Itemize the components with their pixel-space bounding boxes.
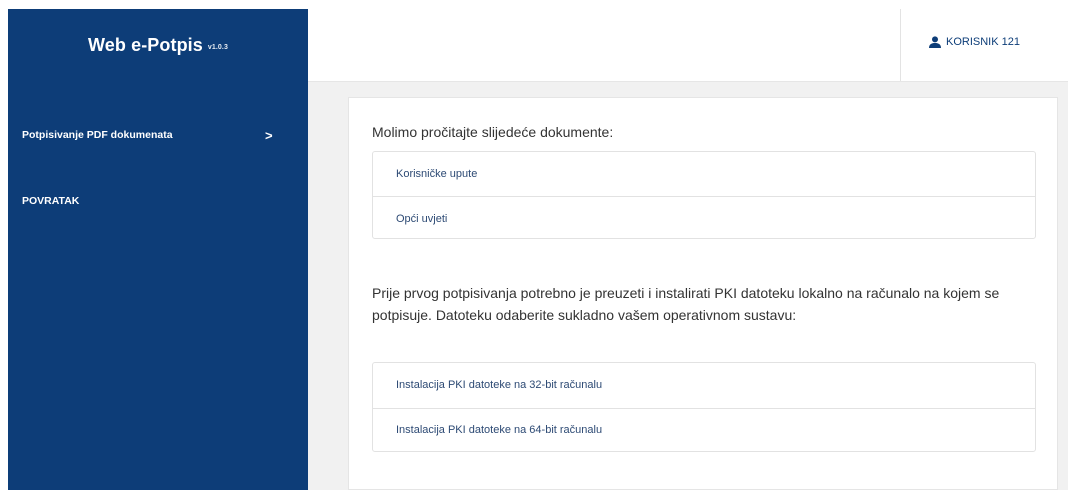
user-name: KORISNIK 121 [946, 36, 1020, 48]
header-divider [900, 9, 901, 81]
app-window: Web e-Potpis v1.0.3 Potpisivanje PDF dok… [0, 0, 1068, 490]
sidebar-item-pdf-signing[interactable]: Potpisivanje PDF dokumenata > [22, 127, 308, 143]
pki-32bit-link[interactable]: Instalacija PKI datoteke na 32-bit račun… [373, 363, 1035, 408]
top-header: KORISNIK 121 [308, 9, 1068, 82]
sidebar-item-back[interactable]: POVRATAK [22, 195, 308, 207]
pki-64bit-link[interactable]: Instalacija PKI datoteke na 64-bit račun… [373, 407, 1035, 453]
pki-list: Instalacija PKI datoteke na 32-bit račun… [372, 362, 1036, 452]
user-menu[interactable]: KORISNIK 121 [928, 36, 1020, 48]
intro-text: Molimo pročitajte slijedeće dokumente: [372, 124, 614, 140]
sidebar: Web e-Potpis v1.0.3 Potpisivanje PDF dok… [8, 9, 308, 490]
terms-link[interactable]: Opći uvjeti [373, 196, 1035, 240]
brand-title: Web e-Potpis [88, 34, 203, 55]
brand: Web e-Potpis v1.0.3 [8, 9, 308, 81]
user-icon [929, 36, 941, 48]
sidebar-item-label: Potpisivanje PDF dokumenata [22, 129, 173, 141]
pki-notice: Prije prvog potpisivanja potrebno je pre… [372, 285, 1000, 323]
documents-list: Korisničke upute Opći uvjeti [372, 151, 1036, 239]
user-manual-link[interactable]: Korisničke upute [373, 152, 1035, 196]
brand-version: v1.0.3 [207, 44, 228, 51]
chevron-right-icon: > [265, 127, 273, 143]
sidebar-item-label: POVRATAK [22, 195, 80, 207]
